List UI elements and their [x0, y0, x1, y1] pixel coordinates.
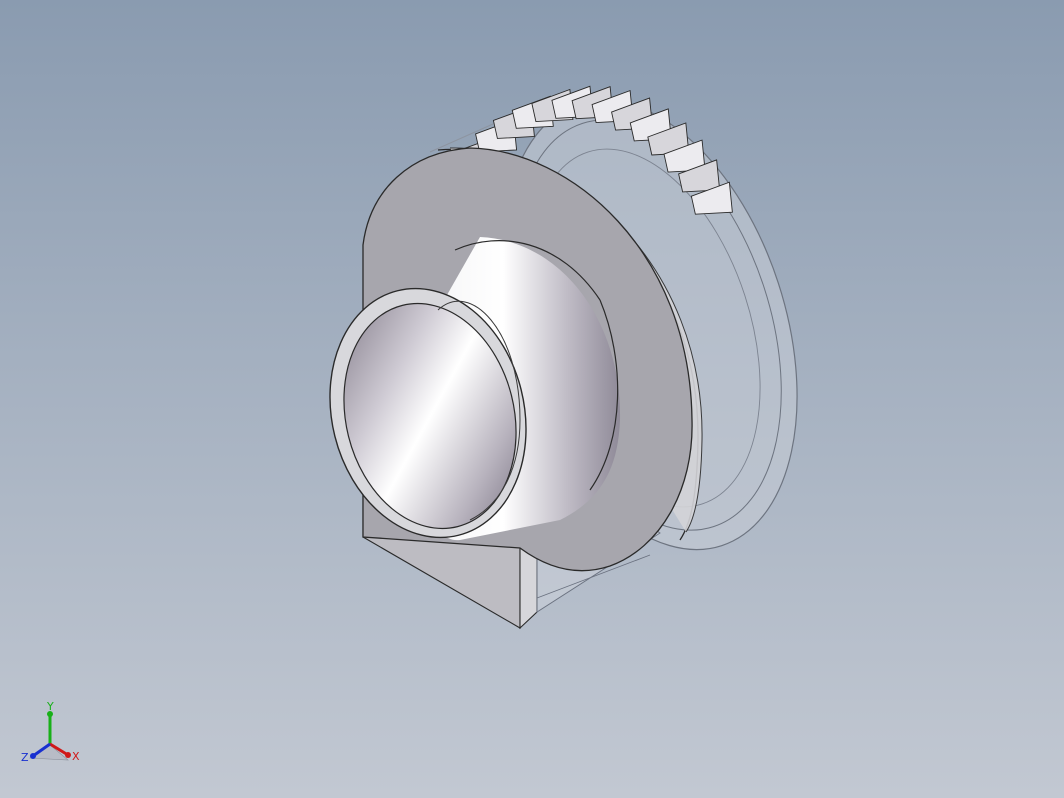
fan-impeller-model[interactable]: [0, 0, 1064, 798]
inlet-tube: [329, 237, 621, 541]
x-axis-tip: [65, 752, 71, 758]
graphics-viewport[interactable]: Y X Z: [0, 0, 1064, 798]
view-orientation-triad[interactable]: Y X Z: [18, 700, 88, 772]
y-axis-label: Y: [46, 700, 54, 713]
z-axis-label: Z: [21, 751, 29, 764]
z-axis-tip: [30, 753, 36, 759]
x-axis-label: X: [72, 750, 80, 763]
